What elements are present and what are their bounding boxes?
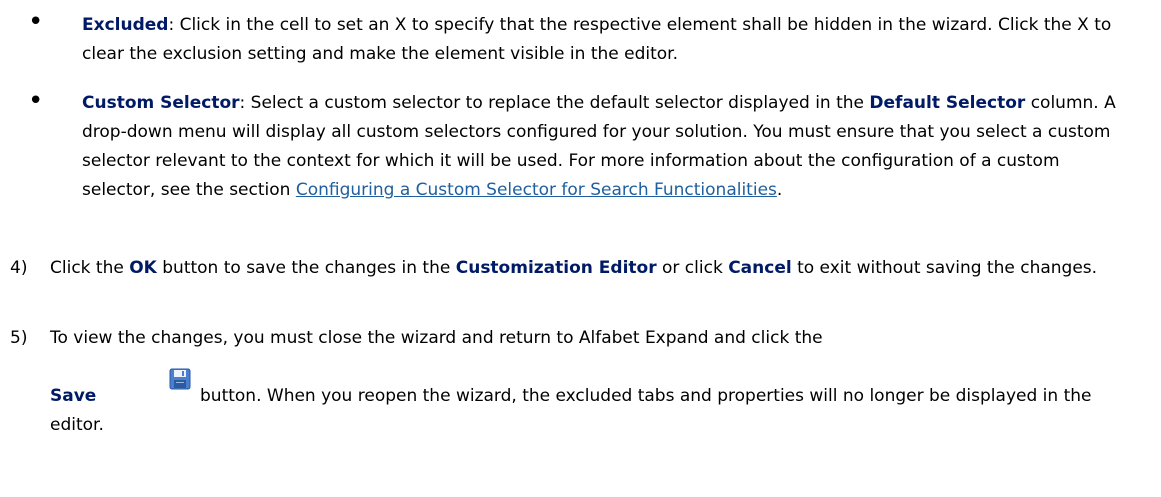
step-number: 5) xyxy=(10,328,28,348)
step-5-text-2: button. When you reopen the wizard, the … xyxy=(50,386,1092,435)
link-configuring-custom-selector[interactable]: Configuring a Custom Selector for Search… xyxy=(296,180,777,200)
bullet-excluded: Excluded: Click in the cell to set an X … xyxy=(82,11,1152,69)
step-5-continuation: Save button. When you reopen the wizard,… xyxy=(50,382,1145,440)
step-4-text-3: or click xyxy=(656,258,729,278)
bullet-excluded-text: : Click in the cell to set an X to speci… xyxy=(82,15,1112,64)
bullet-custom-selector: Custom Selector: Select a custom selecto… xyxy=(82,89,1132,205)
bullet-custom-selector-text-3: . xyxy=(776,180,783,200)
bullet-custom-selector-text-1: : Select a custom selector to replace th… xyxy=(239,93,870,113)
term-custom-selector: Custom Selector xyxy=(82,93,240,113)
step-4-text-4: to exit without saving the changes. xyxy=(791,258,1098,278)
bullet-dot: • xyxy=(28,86,44,116)
term-excluded: Excluded xyxy=(82,15,169,35)
step-number: 4) xyxy=(10,258,28,278)
term-customization-editor: Customization Editor xyxy=(455,258,657,278)
step-4: Click the OK button to save the changes … xyxy=(50,254,1145,283)
term-default-selector: Default Selector xyxy=(869,93,1026,113)
step-4-text-1: Click the xyxy=(50,258,130,278)
term-cancel: Cancel xyxy=(728,258,792,278)
term-ok: OK xyxy=(129,258,157,278)
bullet-dot: • xyxy=(28,7,44,37)
step-5-line-1: To view the changes, you must close the … xyxy=(50,328,823,348)
step-4-text-2: button to save the changes in the xyxy=(156,258,456,278)
term-save: Save xyxy=(50,386,97,406)
